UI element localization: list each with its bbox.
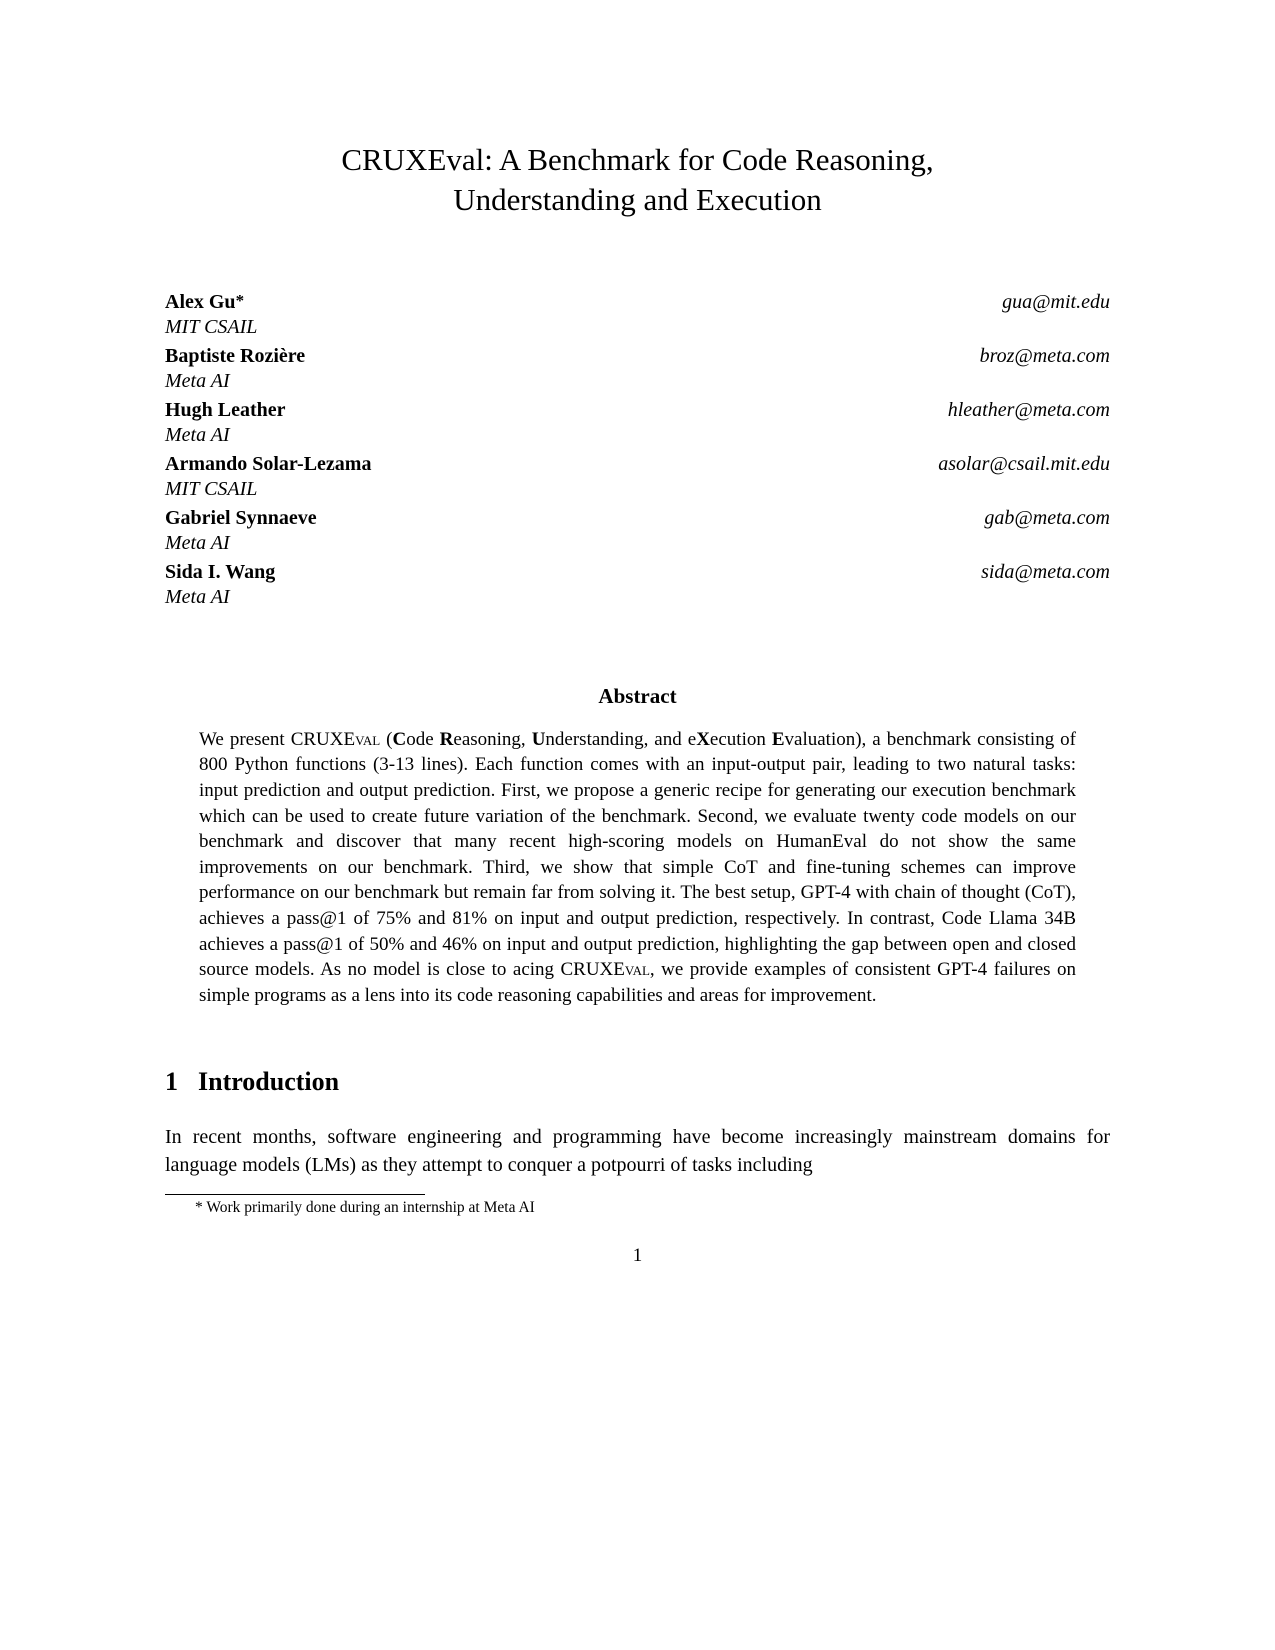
section-number: 1 <box>165 1067 178 1097</box>
author-affiliation: Meta AI <box>165 424 1110 447</box>
author-affiliation: MIT CSAIL <box>165 316 1110 339</box>
author-row: Hugh Leather hleather@meta.com <box>165 399 1110 422</box>
author-name: Sida I. Wang <box>165 561 275 584</box>
author-row: Armando Solar-Lezama asolar@csail.mit.ed… <box>165 453 1110 476</box>
author-email: sida@meta.com <box>981 561 1110 584</box>
author-name: Armando Solar-Lezama <box>165 453 371 476</box>
paper-page: CRUXEval: A Benchmark for Code Reasoning… <box>0 0 1275 1327</box>
authors-block: Alex Gu* gua@mit.edu MIT CSAIL Baptiste … <box>165 291 1110 609</box>
author-affiliation: MIT CSAIL <box>165 478 1110 501</box>
author-affiliation: Meta AI <box>165 370 1110 393</box>
author-name: Hugh Leather <box>165 399 286 422</box>
author-name: Alex Gu* <box>165 291 244 314</box>
section-title: Introduction <box>198 1067 339 1096</box>
footnote: * Work primarily done during an internsh… <box>195 1199 1110 1217</box>
abstract-body: We present CRUXEval (Code Reasoning, Und… <box>199 727 1076 1009</box>
title-line-2: Understanding and Execution <box>453 182 821 217</box>
author-email: broz@meta.com <box>980 345 1110 368</box>
author-email: gua@mit.edu <box>1002 291 1110 314</box>
author-row: Gabriel Synnaeve gab@meta.com <box>165 507 1110 530</box>
intro-paragraph: In recent months, software engineering a… <box>165 1123 1110 1179</box>
author-name: Baptiste Rozière <box>165 345 305 368</box>
author-name: Gabriel Synnaeve <box>165 507 317 530</box>
author-row: Alex Gu* gua@mit.edu <box>165 291 1110 314</box>
title-line-1: CRUXEval: A Benchmark for Code Reasoning… <box>341 142 933 177</box>
author-row: Sida I. Wang sida@meta.com <box>165 561 1110 584</box>
author-email: asolar@csail.mit.edu <box>938 453 1110 476</box>
author-affiliation: Meta AI <box>165 532 1110 555</box>
abstract-heading: Abstract <box>165 684 1110 709</box>
paper-title: CRUXEval: A Benchmark for Code Reasoning… <box>165 140 1110 221</box>
section-heading: 1 Introduction <box>165 1067 1110 1097</box>
author-email: gab@meta.com <box>984 507 1110 530</box>
author-row: Baptiste Rozière broz@meta.com <box>165 345 1110 368</box>
author-affiliation: Meta AI <box>165 586 1110 609</box>
page-number: 1 <box>165 1245 1110 1267</box>
footnote-rule <box>165 1194 425 1195</box>
author-email: hleather@meta.com <box>948 399 1110 422</box>
